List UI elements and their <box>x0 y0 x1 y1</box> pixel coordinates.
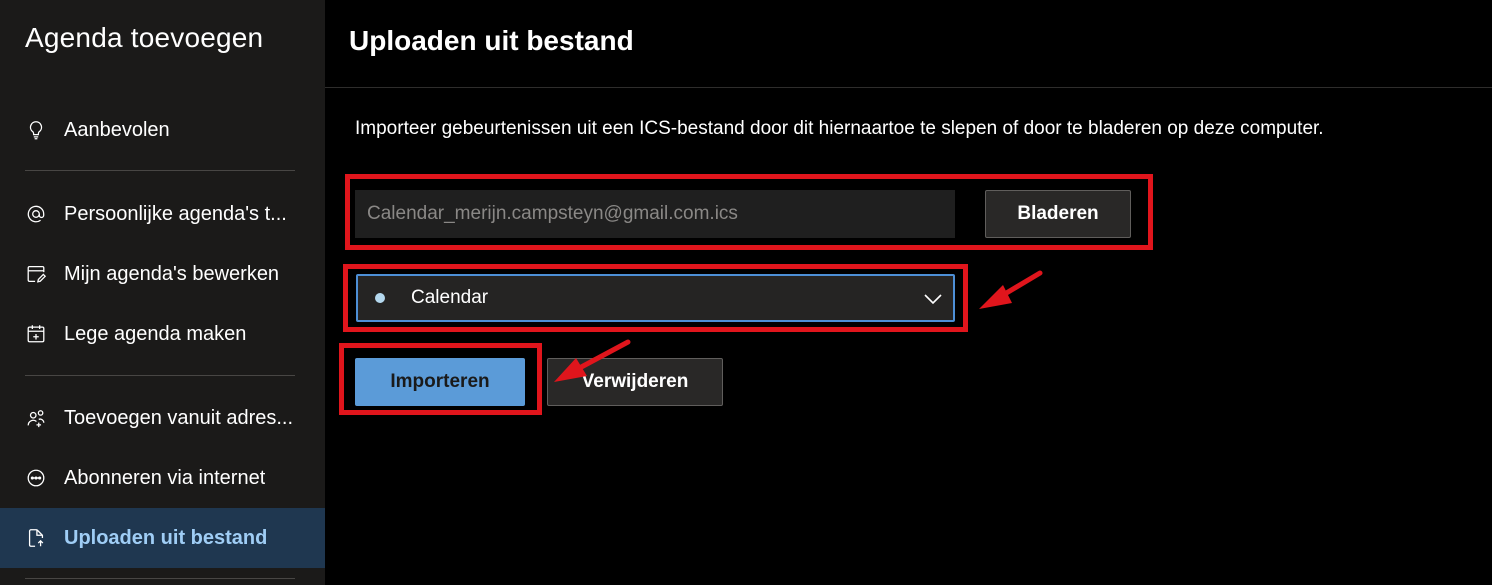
sidebar-title: Agenda toevoegen <box>25 22 264 53</box>
calendar-color-dot <box>375 293 385 303</box>
sidebar-item-new-calendar[interactable]: Lege agenda maken <box>0 304 325 364</box>
sidebar-item-add-from-directory[interactable]: Toevoegen vanuit adres... <box>0 388 325 448</box>
main-panel: Uploaden uit bestand Importeer gebeurten… <box>325 0 1492 585</box>
sidebar-item-upload-file[interactable]: Uploaden uit bestand <box>0 508 325 568</box>
sidebar-item-label: Lege agenda maken <box>64 322 247 345</box>
sidebar-item-label: Mijn agenda's bewerken <box>64 262 280 285</box>
upload-description: Importeer gebeurtenissen uit een ICS-bes… <box>355 118 1324 139</box>
chevron-down-icon <box>924 294 942 305</box>
page-title: Uploaden uit bestand <box>349 25 634 56</box>
file-name-field[interactable]: Calendar_merijn.campsteyn@gmail.com.ics <box>355 190 955 238</box>
remove-button[interactable]: Verwijderen <box>547 358 723 406</box>
link-circle-icon <box>25 467 47 489</box>
sidebar: Agenda toevoegen Aanbevolen Persoonlijke… <box>0 0 325 585</box>
calendar-select[interactable]: Calendar <box>356 274 955 322</box>
browse-button[interactable]: Bladeren <box>985 190 1131 238</box>
at-icon <box>25 203 47 225</box>
edit-calendar-icon <box>25 263 47 285</box>
lightbulb-icon <box>25 119 47 141</box>
sidebar-divider <box>25 375 295 376</box>
sidebar-item-subscribe-web[interactable]: Abonneren via internet <box>0 448 325 508</box>
sidebar-item-personal-calendars[interactable]: Persoonlijke agenda's t... <box>0 184 325 244</box>
sidebar-item-label: Toevoegen vanuit adres... <box>64 406 294 429</box>
sidebar-item-edit-calendars[interactable]: Mijn agenda's bewerken <box>0 244 325 304</box>
calendar-select-value: Calendar <box>411 287 489 308</box>
main-header: Uploaden uit bestand <box>325 0 1492 88</box>
sidebar-divider <box>25 578 295 579</box>
sidebar-item-label: Persoonlijke agenda's t... <box>64 202 287 225</box>
app-root: Agenda toevoegen Aanbevolen Persoonlijke… <box>0 0 1492 585</box>
sidebar-item-label: Aanbevolen <box>64 118 170 141</box>
sidebar-item-label: Uploaden uit bestand <box>64 526 268 549</box>
document-upload-icon <box>25 527 47 549</box>
import-button[interactable]: Importeren <box>355 358 525 406</box>
sidebar-divider <box>25 170 295 171</box>
people-add-icon <box>25 407 47 429</box>
file-name-value: Calendar_merijn.campsteyn@gmail.com.ics <box>367 203 738 224</box>
sidebar-item-aanbevolen[interactable]: Aanbevolen <box>0 100 325 160</box>
sidebar-item-label: Abonneren via internet <box>64 466 266 489</box>
calendar-add-icon <box>25 323 47 345</box>
